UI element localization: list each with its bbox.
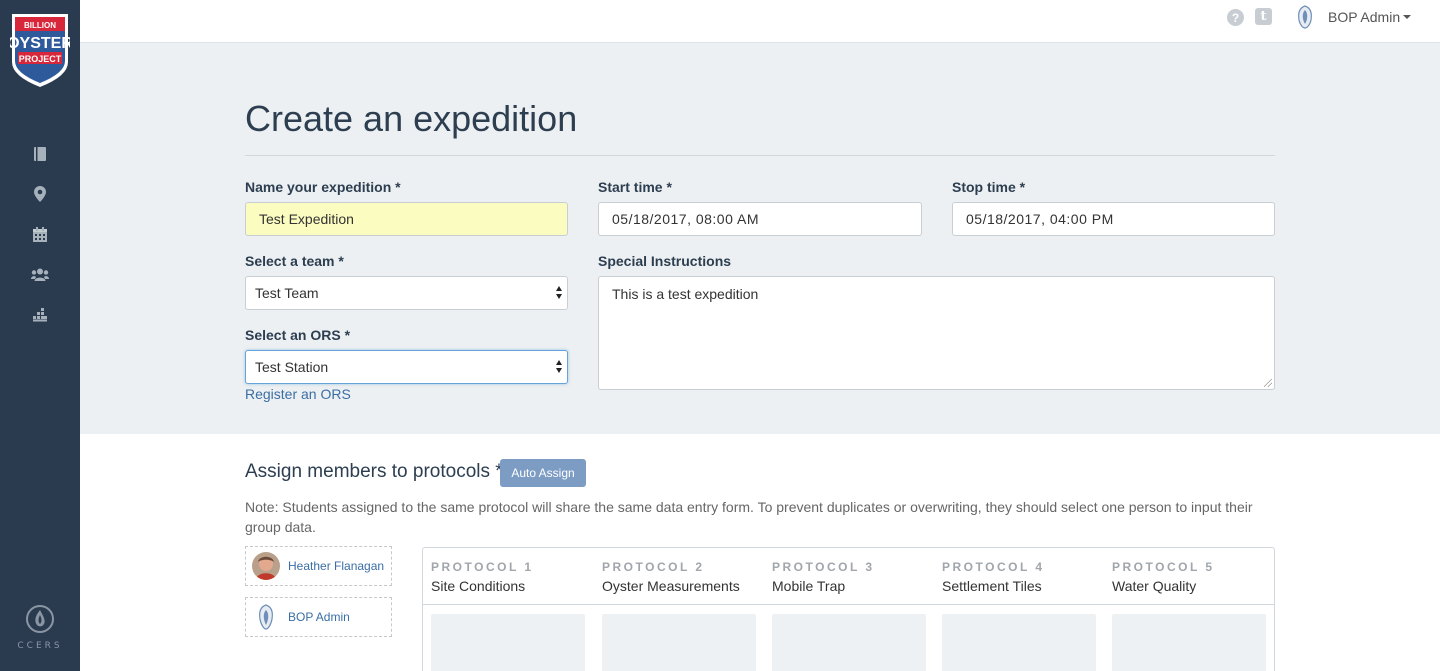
protocol-number: PROTOCOL 1 bbox=[431, 560, 534, 574]
instructions-text: This is a test expedition bbox=[612, 286, 759, 302]
protocol-column-2: PROTOCOL 2 Oyster Measurements bbox=[602, 560, 740, 594]
auto-assign-button[interactable]: Auto Assign bbox=[500, 459, 586, 487]
top-bar: ? t BOP Admin bbox=[80, 0, 1440, 43]
protocol-column-5: PROTOCOL 5 Water Quality bbox=[1112, 560, 1215, 594]
protocol-name: Water Quality bbox=[1112, 578, 1197, 594]
ccers-logo[interactable]: CCERS bbox=[0, 604, 80, 651]
users-icon[interactable] bbox=[30, 264, 50, 284]
user-avatar[interactable] bbox=[1296, 5, 1314, 29]
protocol-board: PROTOCOL 1 Site Conditions PROTOCOL 2 Oy… bbox=[422, 547, 1275, 671]
protocol-column-3: PROTOCOL 3 Mobile Trap bbox=[772, 560, 875, 594]
protocol-name: Site Conditions bbox=[431, 578, 526, 594]
help-icon[interactable]: ? bbox=[1227, 9, 1244, 26]
protocol-number: PROTOCOL 3 bbox=[772, 560, 875, 574]
ccers-label: CCERS bbox=[17, 641, 63, 651]
expedition-form: Create an expedition Name your expeditio… bbox=[80, 43, 1440, 434]
select-arrows-icon bbox=[556, 360, 562, 374]
billion-oyster-project-logo[interactable]: BILLION OYSTER PROJECT bbox=[7, 12, 73, 88]
register-ors-link[interactable]: Register an ORS bbox=[245, 386, 351, 402]
protocol-number: PROTOCOL 5 bbox=[1112, 560, 1215, 574]
caret-down-icon[interactable] bbox=[1403, 15, 1411, 19]
protocol-drop-zone[interactable] bbox=[772, 614, 926, 671]
instructions-label: Special Instructions bbox=[598, 253, 732, 269]
select-arrows-icon bbox=[556, 286, 562, 300]
member-avatar bbox=[252, 603, 280, 631]
protocol-number: PROTOCOL 4 bbox=[942, 560, 1045, 574]
member-card[interactable]: BOP Admin bbox=[245, 597, 392, 637]
member-avatar bbox=[252, 552, 280, 580]
sitemap-icon[interactable] bbox=[30, 305, 50, 325]
sidebar: BILLION OYSTER PROJECT CCERS bbox=[0, 0, 80, 671]
team-select[interactable]: Test Team bbox=[245, 276, 568, 310]
protocol-name: Settlement Tiles bbox=[942, 578, 1042, 594]
expedition-name-input[interactable]: Test Expedition bbox=[245, 202, 568, 236]
user-menu[interactable]: BOP Admin bbox=[1328, 9, 1400, 25]
protocol-column-1: PROTOCOL 1 Site Conditions bbox=[431, 560, 534, 594]
stop-time-label: Stop time * bbox=[952, 179, 1026, 195]
ors-select-value: Test Station bbox=[255, 359, 329, 375]
calendar-icon[interactable] bbox=[30, 224, 50, 244]
name-label: Name your expedition * bbox=[245, 179, 401, 195]
tumblr-icon[interactable]: t bbox=[1255, 8, 1272, 25]
assign-members-heading: Assign members to protocols * bbox=[245, 461, 503, 482]
team-label: Select a team * bbox=[245, 253, 344, 269]
start-time-input[interactable]: 05/18/2017, 08:00 AM bbox=[598, 202, 922, 236]
protocol-column-4: PROTOCOL 4 Settlement Tiles bbox=[942, 560, 1045, 594]
svg-text:BILLION: BILLION bbox=[24, 21, 56, 30]
protocol-drop-zone[interactable] bbox=[1112, 614, 1266, 671]
ors-select[interactable]: Test Station bbox=[245, 350, 568, 384]
special-instructions-textarea[interactable]: This is a test expedition bbox=[598, 276, 1275, 390]
map-marker-icon[interactable] bbox=[30, 184, 50, 204]
team-select-value: Test Team bbox=[255, 285, 319, 301]
protocol-name: Mobile Trap bbox=[772, 578, 846, 594]
start-time-label: Start time * bbox=[598, 179, 672, 195]
protocol-header-divider bbox=[423, 604, 1274, 605]
stop-time-input[interactable]: 05/18/2017, 04:00 PM bbox=[952, 202, 1275, 236]
assignment-note: Note: Students assigned to the same prot… bbox=[245, 499, 1253, 535]
svg-text:OYSTER: OYSTER bbox=[10, 35, 70, 52]
protocol-drop-zone[interactable] bbox=[942, 614, 1096, 671]
protocol-name: Oyster Measurements bbox=[602, 578, 740, 594]
member-name: BOP Admin bbox=[288, 610, 350, 624]
title-divider bbox=[245, 155, 1275, 156]
svg-text:PROJECT: PROJECT bbox=[19, 54, 62, 64]
book-icon[interactable] bbox=[30, 144, 50, 164]
member-card[interactable]: Heather Flanagan bbox=[245, 546, 392, 586]
resize-grip-icon[interactable] bbox=[1264, 379, 1272, 387]
page-title: Create an expedition bbox=[245, 98, 578, 139]
protocol-number: PROTOCOL 2 bbox=[602, 560, 705, 574]
protocol-drop-zone[interactable] bbox=[431, 614, 585, 671]
member-name: Heather Flanagan bbox=[288, 559, 385, 573]
protocol-drop-zone[interactable] bbox=[602, 614, 756, 671]
ors-label: Select an ORS * bbox=[245, 327, 351, 343]
